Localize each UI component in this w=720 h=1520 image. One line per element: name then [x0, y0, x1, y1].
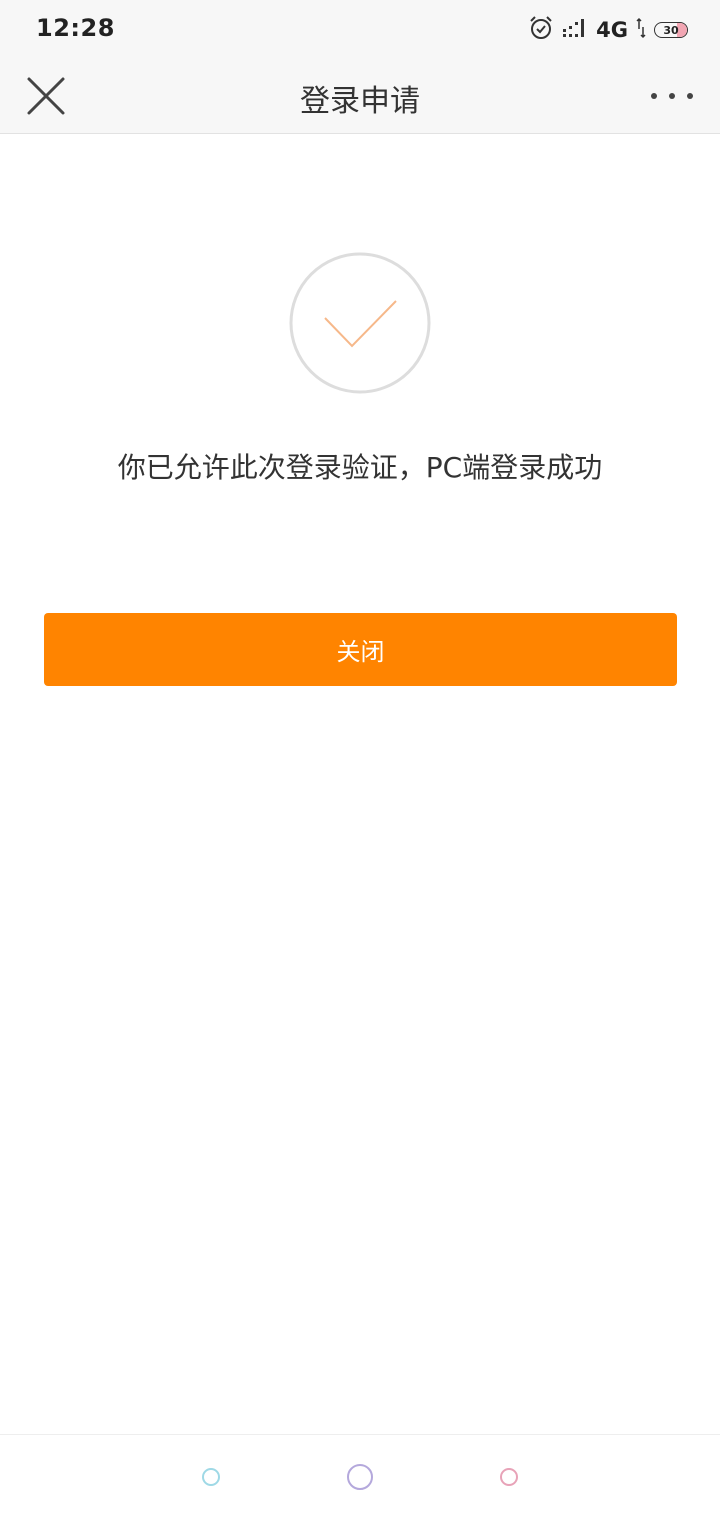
bottom-nav-bar	[0, 1434, 720, 1520]
status-time: 12:28	[36, 14, 115, 42]
close-button-label: 关闭	[336, 638, 385, 666]
login-request-screen: 12:28 4G 30 登录申请 你已允许此次登录验证，PC端登录成功 关闭	[0, 0, 720, 1520]
home-circle-icon[interactable]	[347, 1464, 373, 1490]
data-transfer-icon	[636, 17, 646, 43]
status-icons: 4G 30	[528, 14, 688, 46]
more-icon[interactable]	[650, 80, 694, 112]
recent-circle-icon[interactable]	[500, 1468, 518, 1486]
success-checkmark-icon	[289, 252, 431, 394]
alarm-icon	[528, 15, 554, 45]
close-button[interactable]: 关闭	[44, 613, 677, 686]
back-circle-icon[interactable]	[202, 1468, 220, 1486]
success-message: 你已允许此次登录验证，PC端登录成功	[117, 451, 603, 484]
battery-icon: 30	[654, 22, 688, 38]
nav-bar: 登录申请	[0, 58, 720, 134]
page-title: 登录申请	[300, 84, 420, 119]
battery-level: 30	[663, 23, 679, 37]
network-label: 4G	[596, 18, 628, 42]
signal-icon	[562, 17, 588, 43]
status-bar: 12:28 4G 30	[0, 0, 720, 58]
